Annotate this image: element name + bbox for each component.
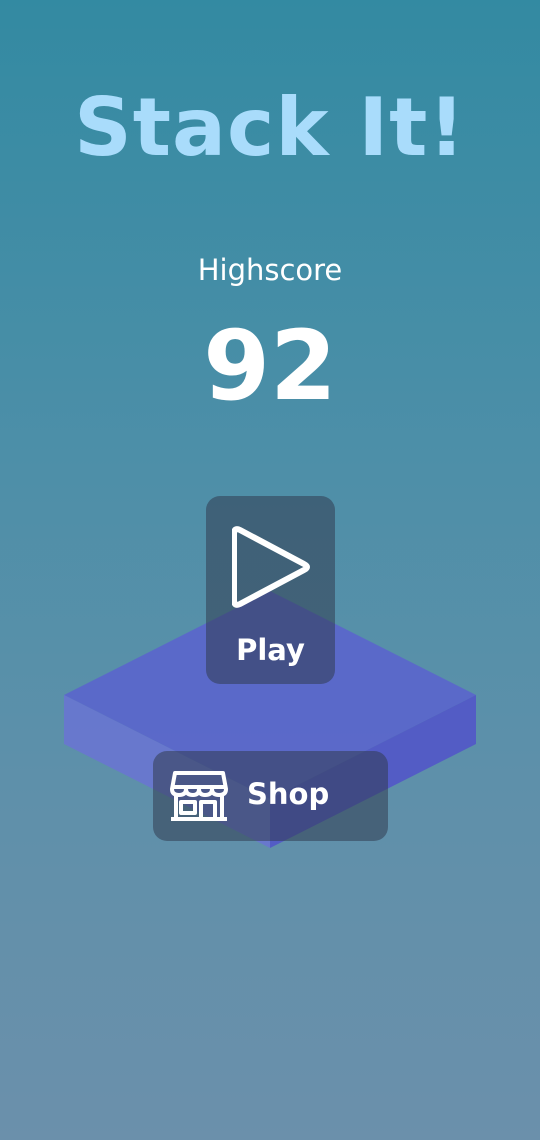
game-title: Stack It!	[74, 81, 466, 174]
shop-button[interactable]: Shop	[153, 751, 388, 841]
play-label: Play	[236, 633, 305, 667]
play-button[interactable]: Play	[206, 496, 335, 684]
highscore-value: 92	[203, 310, 337, 422]
play-icon	[232, 526, 310, 608]
shop-label: Shop	[247, 777, 330, 811]
shop-icon	[170, 771, 228, 821]
highscore-label: Highscore	[197, 253, 343, 287]
